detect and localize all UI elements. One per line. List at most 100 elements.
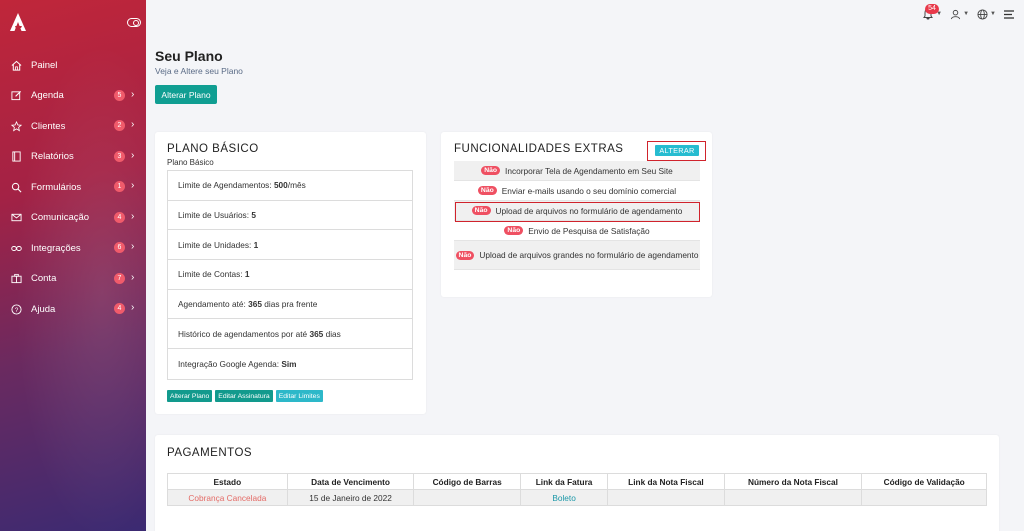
table-cell [723,489,863,506]
mail-icon [10,212,22,224]
sidebar-item-conta[interactable]: Conta 7 › [0,264,146,295]
limit-value: 500 [273,180,288,191]
chevron-right-icon: › [131,210,135,222]
sidebar-item-painel[interactable]: Painel [0,50,146,81]
user-menu-button[interactable]: ▼ [950,9,969,20]
caret-down-icon: ▼ [990,11,996,17]
status-badge: Não [455,250,475,260]
edit-icon [10,90,22,102]
help-icon: ? [10,303,22,315]
chevron-right-icon: › [131,88,135,100]
globe-icon [977,8,988,20]
count-badge: 3 [114,150,125,162]
feature-item: Não Enviar e-mails usando o seu domínio c… [454,181,700,201]
star-icon [10,120,22,132]
sidebar-item-formularios[interactable]: Formulários 1 › [0,172,146,203]
table-cell [861,489,987,506]
sidebar-item-label: Relatórios [31,151,74,163]
feature-label: Upload de arquivos grandes no formulário… [479,250,699,260]
limit-label: Agendamento até: [178,299,249,310]
sidebar-item-comunicacao[interactable]: Comunicação 4 › [0,203,146,234]
status-badge: Não [481,166,501,175]
chevron-right-icon: › [131,180,135,191]
status-badge: Não [477,186,497,195]
feature-item: Não Envio de Pesquisa de Satisfação [454,221,700,241]
sidebar-item-label: Agenda [31,90,64,102]
limit-row: Histórico de agendamentos por até 365 di… [168,319,412,350]
home-icon [10,59,22,71]
sidebar-item-label: Ajuda [31,303,56,315]
limit-value: 1 [253,239,259,250]
logo-icon[interactable] [9,12,27,32]
user-icon [951,9,961,19]
sidebar-item-label: Conta [31,273,57,285]
editar-assinatura-button[interactable]: Editar Assinatura [215,390,273,402]
notification-button[interactable]: 54 ▼ [922,4,942,20]
limit-label: Limite de Usuários: [178,210,252,221]
chevron-right-icon: › [131,241,135,252]
fatura-link[interactable]: Boleto [519,489,609,506]
link-icon [10,242,22,254]
highlight-box [647,141,706,161]
table-header-cell: Data de Vencimento [286,473,415,490]
page-title: Seu Plano [155,48,223,64]
sidebar-item-ajuda[interactable]: ? Ajuda 4 › [0,294,146,325]
sidebar-item-relatorios[interactable]: Relatórios 3 › [0,142,146,173]
funcionalidades-card: FUNCIONALIDADES EXTRAS ALTERAR Não Incorp… [441,132,712,297]
sidebar-item-clientes[interactable]: Clientes 2 › [0,111,146,142]
sidebar-item-label: Comunicação [31,212,90,224]
menu-icon [1004,9,1014,19]
limit-value: Sim [281,358,297,369]
pagamentos-title: PAGAMENTOS [167,447,253,459]
pagamentos-table: Estado Data de Vencimento Código de Barras… [167,473,987,506]
limit-row: Limite de Usuários: 5 [168,201,412,231]
sidebar-item-label: Integrações [31,242,81,254]
sidebar: Painel Agenda 5 › Clientes 2 › Relatórios 3 › Form… [0,0,146,531]
sidebar-item-label: Clientes [31,120,66,132]
limit-row: Agendamento até: 365 dias pra frente [168,290,412,320]
feature-label: Enviar e-mails usando o seu domínio come… [501,185,677,196]
plano-subtitle: Plano Básico [167,158,214,167]
limit-suffix: dias pra frente [261,299,318,310]
limit-row: Limite de Contas: 1 [168,260,412,290]
book-icon [10,151,22,163]
limit-row: Limite de Agendamentos: 500/mês [168,171,412,201]
language-button[interactable]: ▼ [977,8,996,20]
highlight-box [455,202,700,222]
sidebar-item-integracoes[interactable]: Integrações 6 › [0,233,146,264]
count-badge: 4 [114,303,125,314]
caret-down-icon: ▼ [963,11,970,17]
notification-count: 54 [925,4,939,14]
table-header-cell: Código de Validação [861,473,987,490]
alterar-plano-small-button[interactable]: Alterar Plano [167,390,213,402]
limit-label: Integração Google Agenda: [178,358,282,369]
search-icon [10,181,22,193]
count-badge: 5 [114,89,125,101]
table-cell [607,489,725,506]
chevron-right-icon: › [131,302,135,313]
table-header-cell: Link da Fatura [519,473,609,490]
editar-limites-button[interactable]: Editar Limites [275,390,323,402]
limit-value: 365 [309,328,324,339]
table-cell: 15 de Janeiro de 2022 [286,489,415,506]
limit-suffix: dias [323,328,341,339]
chevron-right-icon: › [131,271,135,283]
menu-button[interactable] [1004,9,1014,19]
status-cell: Cobrança Cancelada [167,489,288,506]
feature-item: Não Incorporar Tela de Agendamento em Seu… [454,161,700,181]
toggle-icon[interactable] [127,18,141,27]
limit-label: Limite de Contas: [178,269,245,280]
limit-value: 1 [244,269,250,280]
limits-list: Limite de Agendamentos: 500/mês Limite de… [167,170,413,380]
limit-row: Limite de Unidades: 1 [168,230,412,261]
limit-label: Histórico de agendamentos por até [178,328,310,339]
sidebar-item-agenda[interactable]: Agenda 5 › [0,81,146,112]
table-cell [413,489,521,506]
alterar-plano-button[interactable]: Alterar Plano [155,85,217,104]
sidebar-nav: Painel Agenda 5 › Clientes 2 › Relatórios 3 › Form… [0,50,146,325]
table-header-cell: Estado [167,473,288,490]
plano-card: PLANO BÁSICO Plano Básico Limite de Agen… [155,132,426,414]
pagamentos-card: PAGAMENTOS Estado Data de Vencimento Códig… [155,435,999,531]
feature-item: Não Upload de arquivos grandes no formulá… [454,241,700,270]
funcionalidades-title: FUNCIONALIDADES EXTRAS [454,143,624,155]
